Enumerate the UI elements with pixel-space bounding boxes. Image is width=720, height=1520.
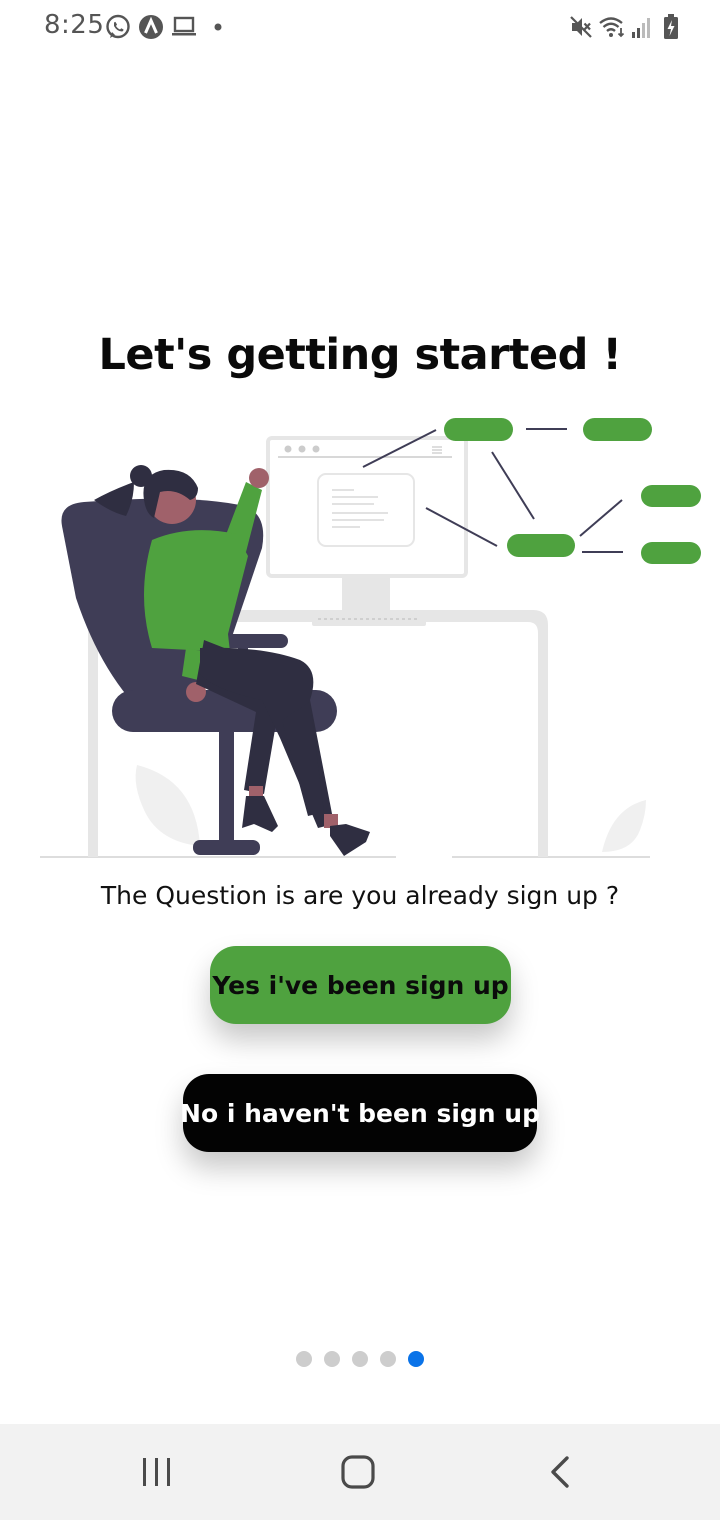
mute-icon [570, 16, 592, 38]
recents-icon [143, 1458, 170, 1486]
page-dot-active[interactable] [408, 1351, 424, 1367]
dot-icon [214, 23, 222, 31]
page-dot[interactable] [380, 1351, 396, 1367]
leaf-left [135, 765, 200, 846]
laptop-icon [172, 16, 196, 36]
node-2 [583, 418, 652, 441]
home-button[interactable] [298, 1424, 418, 1520]
page-dot[interactable] [296, 1351, 312, 1367]
status-time: 8:25 [44, 10, 105, 40]
signal-icon [632, 18, 650, 38]
battery-icon [664, 14, 678, 39]
node-4 [641, 485, 701, 507]
node-3 [507, 534, 575, 557]
home-icon [341, 1455, 375, 1489]
signup-question: The Question is are you already sign up … [100, 881, 620, 910]
status-bar: 8:25 [0, 0, 720, 56]
leaf-right [602, 800, 646, 852]
not-signed-up-button[interactable]: No i haven't been sign up [180, 1074, 540, 1152]
monitor [266, 436, 468, 626]
node-1 [444, 418, 513, 441]
recents-button[interactable] [97, 1424, 217, 1520]
page-dot[interactable] [324, 1351, 340, 1367]
back-icon [551, 1456, 569, 1488]
app-a-icon [139, 15, 163, 39]
node-5 [641, 542, 701, 564]
wifi-icon [599, 17, 625, 38]
page-dot[interactable] [352, 1351, 368, 1367]
back-button[interactable] [500, 1424, 620, 1520]
page-indicator [0, 1351, 720, 1367]
onboarding-illustration [40, 418, 701, 858]
whatsapp-icon [106, 14, 130, 39]
navigation-bar [0, 1424, 720, 1520]
yes-signed-up-button[interactable]: Yes i've been sign up [210, 946, 511, 1024]
page-title: Let's getting started ! [98, 330, 622, 380]
